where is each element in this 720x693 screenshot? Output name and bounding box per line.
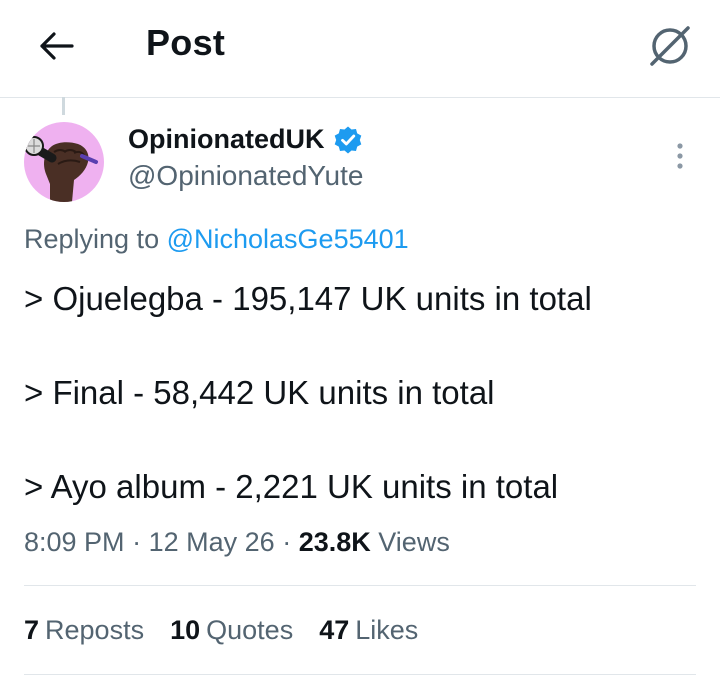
raised-fist-microphone-icon [24, 136, 98, 202]
tweet-date[interactable]: 12 May 26 [149, 527, 275, 557]
tweet-time[interactable]: 8:09 PM [24, 527, 125, 557]
quotes-count: 10 [170, 615, 201, 645]
quotes-stat[interactable]: 10 Quotes [170, 615, 293, 646]
page-title: Post [146, 22, 226, 63]
views-label: Views [378, 527, 450, 557]
views-link[interactable]: 23.8K Views [299, 527, 450, 557]
reposts-count: 7 [24, 615, 40, 645]
avatar[interactable] [24, 122, 104, 202]
more-options-button[interactable] [660, 134, 700, 178]
engagement-stats: 7 Reposts 10 Quotes 47 Likes [24, 615, 444, 646]
grok-icon [650, 26, 690, 66]
reposts-label: Reposts [45, 615, 145, 645]
divider [24, 585, 696, 586]
separator-dot: · [132, 527, 142, 557]
more-vertical-icon [677, 143, 683, 169]
back-button[interactable] [28, 22, 84, 70]
reposts-stat[interactable]: 7 Reposts [24, 615, 144, 646]
tweet-text-line: > Ayo album - 2,221 UK units in total [24, 468, 559, 505]
likes-count: 47 [319, 615, 350, 645]
tweet-metadata: 8:09 PM · 12 May 26 · 23.8K Views [24, 527, 450, 558]
arrow-left-icon [40, 32, 74, 60]
replying-to: Replying to @NicholasGe55401 [24, 224, 409, 255]
grok-button[interactable] [640, 18, 700, 74]
tweet-text-line: > Final - 58,442 UK units in total [24, 374, 495, 411]
thread-connector-line [62, 97, 65, 115]
replying-to-mention[interactable]: @NicholasGe55401 [167, 224, 409, 254]
separator-dot: · [282, 527, 292, 557]
author-name-row: OpinionatedUK [128, 124, 363, 155]
author-handle[interactable]: @OpinionatedYute [128, 160, 363, 192]
top-bar: Post [0, 0, 720, 98]
replying-prefix: Replying to [24, 224, 167, 254]
tweet-text-line: > Ojuelegba - 195,147 UK units in total [24, 280, 592, 317]
display-name[interactable]: OpinionatedUK [128, 124, 325, 155]
likes-label: Likes [355, 615, 419, 645]
divider [24, 674, 696, 675]
quotes-label: Quotes [206, 615, 294, 645]
views-count: 23.8K [298, 527, 371, 557]
likes-stat[interactable]: 47 Likes [319, 615, 418, 646]
verified-badge-icon [334, 126, 361, 153]
